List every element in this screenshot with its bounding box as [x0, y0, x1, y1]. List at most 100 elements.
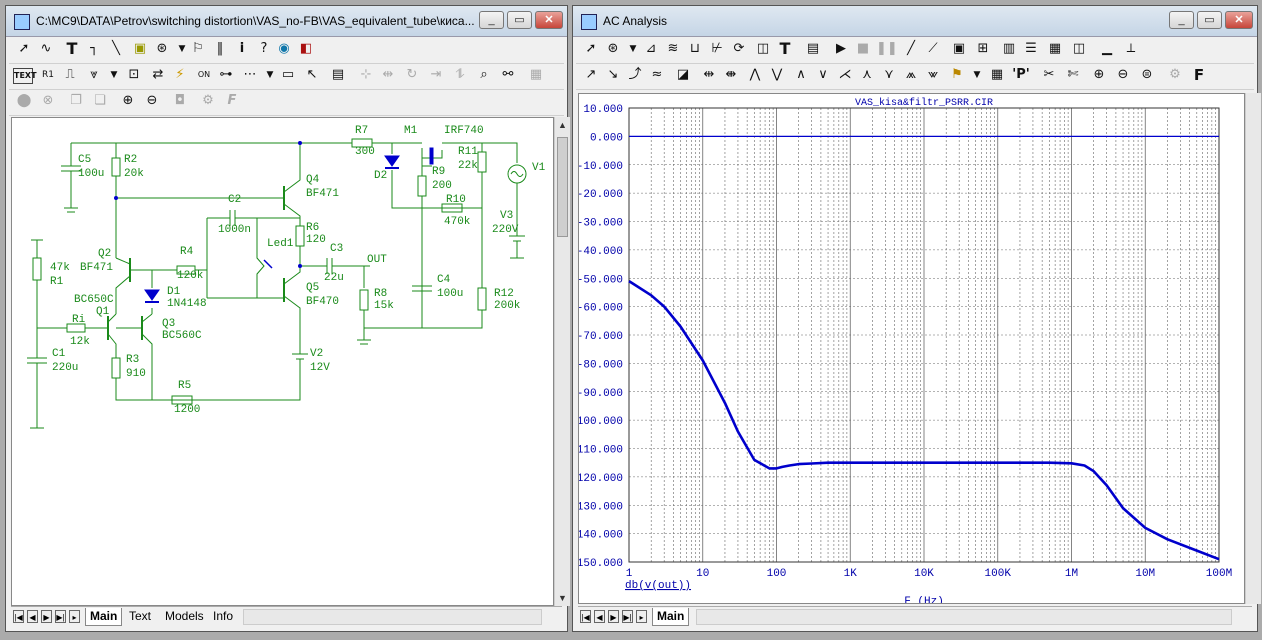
table-icon[interactable]: ▦ [988, 66, 1006, 84]
zoom-in-a-icon[interactable]: ⊕ [1090, 66, 1108, 84]
dropdown-a1-icon[interactable]: ▼ [624, 40, 642, 58]
prev-page-icon[interactable]: ◀ [27, 610, 38, 623]
probe-icon[interactable]: ◧ [297, 40, 315, 58]
a-next-page-icon[interactable]: ▶ [608, 610, 619, 623]
cursor-y-icon[interactable]: ✄ [1064, 66, 1082, 84]
analysis-minimize-button[interactable]: _ [1169, 11, 1194, 29]
next-page-icon[interactable]: ▶ [41, 610, 52, 623]
schematic-canvas[interactable]: C5 100u R2 20k R7 300 M1 IRF740 Q4 BF471 D2 R11 22k V… [11, 117, 554, 606]
mirror-icon[interactable]: ⇥ [427, 66, 445, 84]
tab-main[interactable]: Main [85, 608, 123, 626]
report-icon[interactable]: ▦ [527, 66, 545, 84]
grid-cols-icon[interactable]: ▦ [1046, 40, 1064, 58]
camera-icon[interactable]: ◘ [171, 92, 189, 110]
analysis-close-button[interactable]: ✕ [1225, 11, 1253, 29]
tag-icon[interactable]: ⚑ [948, 66, 966, 84]
properties-a-icon[interactable]: ▤ [804, 40, 822, 58]
text-block-icon[interactable]: ‖ [211, 40, 229, 58]
properties-icon[interactable]: ▤ [329, 66, 347, 84]
label-tool-icon[interactable]: ◫ [754, 40, 772, 58]
component-tool-icon[interactable]: ⊛ [604, 40, 622, 58]
tab-info[interactable]: Info [209, 608, 237, 625]
function-a-icon[interactable]: F [1190, 66, 1208, 84]
settings-a-icon[interactable]: ⚙ [1166, 66, 1184, 84]
text-tool-a-icon[interactable]: T [776, 40, 794, 58]
peak2-icon[interactable]: ⋀ [746, 66, 764, 84]
help-icon[interactable]: ? [255, 40, 273, 58]
zoom-out-a-icon[interactable]: ⊖ [1114, 66, 1132, 84]
cursor-mode-icon[interactable]: ↖ [303, 66, 321, 84]
a-last-page-icon[interactable]: ▶| [622, 610, 633, 623]
pin-marker-icon[interactable]: ⊶ [217, 66, 235, 84]
min-icon[interactable]: ⋎ [880, 66, 898, 84]
maximize-button[interactable]: ▭ [507, 11, 532, 29]
rotate-icon[interactable]: ↻ [403, 66, 421, 84]
analysis-tab-main[interactable]: Main [652, 608, 690, 626]
max-icon[interactable]: ⋏ [858, 66, 876, 84]
measure-icon[interactable]: ⊬ [708, 40, 726, 58]
peak-icon[interactable]: ↗ [582, 66, 600, 84]
cursor-x-icon[interactable]: ✂ [1040, 66, 1058, 84]
grid-icon[interactable]: ⋯ [241, 66, 259, 84]
function-icon[interactable]: F [223, 92, 241, 110]
valley2-icon[interactable]: ⋁ [768, 66, 786, 84]
paste-icon[interactable]: ❏ [91, 92, 109, 110]
find-icon[interactable]: ⌕ [475, 66, 493, 84]
select-arrow-icon[interactable]: ➚ [15, 40, 33, 58]
stop-icon[interactable]: ⬤ [15, 92, 33, 110]
bracket-icon[interactable]: ⊔ [686, 40, 704, 58]
a-page-menu-icon[interactable]: ▸ [636, 610, 647, 623]
flip-icon[interactable]: ⇹ [379, 66, 397, 84]
baseline-icon[interactable]: ▁ [1098, 40, 1116, 58]
attribute-icon[interactable]: R1 [39, 66, 57, 84]
scroll-down-arrow-icon[interactable]: ▼ [555, 590, 570, 606]
frame-icon[interactable]: ▣ [950, 40, 968, 58]
node-voltage-icon[interactable]: ⊡ [125, 66, 143, 84]
multi-peak-icon[interactable]: ⩕ [902, 66, 920, 84]
scroll-up-arrow-icon[interactable]: ▲ [555, 117, 570, 133]
text-mode-icon[interactable]: TEXT [13, 68, 37, 84]
info-box-icon[interactable]: ▣ [131, 40, 149, 58]
high-icon[interactable]: ⤴ [626, 66, 644, 84]
a-prev-page-icon[interactable]: ◀ [594, 610, 605, 623]
align-icon[interactable]: ⊹ [357, 66, 375, 84]
first-page-icon[interactable]: |◀ [13, 610, 24, 623]
grid-a-icon[interactable]: ⊞ [974, 40, 992, 58]
dropdown2-icon[interactable]: ▼ [105, 66, 123, 84]
power-icon[interactable]: ⚡ [171, 66, 189, 84]
close-button[interactable]: ✕ [535, 11, 563, 29]
p-tool-icon[interactable]: 'P' [1012, 66, 1030, 84]
dropdown-a2-icon[interactable]: ▼ [968, 66, 986, 84]
current-icon[interactable]: ⇄ [149, 66, 167, 84]
copy-icon[interactable]: ❐ [67, 92, 85, 110]
dropdown3-icon[interactable]: ▼ [261, 66, 279, 84]
y-axis-label[interactable]: db(v(out)) [625, 580, 691, 592]
schematic-titlebar[interactable]: C:\MC9\DATA\Petrov\switching distortion\… [6, 6, 567, 37]
mirror2-icon[interactable]: ⥮ [451, 66, 469, 84]
cursor-right-icon[interactable]: ⇼ [722, 66, 740, 84]
text-tool-icon[interactable]: T [63, 40, 81, 58]
cursor-left-icon[interactable]: ⇹ [700, 66, 718, 84]
valley-icon[interactable]: ↘ [604, 66, 622, 84]
a-first-page-icon[interactable]: |◀ [580, 610, 591, 623]
minimize-button[interactable]: _ [479, 11, 504, 29]
border-icon[interactable]: ▭ [279, 66, 297, 84]
tab-text[interactable]: Text [125, 608, 155, 625]
waveform-icon[interactable]: ≋ [664, 40, 682, 58]
tangent-icon[interactable]: ⟂ [1122, 40, 1140, 58]
diagonal-wire-icon[interactable]: ╲ [107, 40, 125, 58]
page-menu-icon[interactable]: ▸ [69, 610, 80, 623]
last-page-icon[interactable]: ▶| [55, 610, 66, 623]
rotate-tool-icon[interactable]: ⟳ [730, 40, 748, 58]
info-icon[interactable]: i [233, 40, 251, 58]
slope-icon[interactable]: ∧ [792, 66, 810, 84]
flag-icon[interactable]: ⚐ [189, 40, 207, 58]
plot-icon[interactable]: ◪ [674, 66, 692, 84]
tab-models[interactable]: Models [161, 608, 208, 625]
scale-icon[interactable]: ⊿ [642, 40, 660, 58]
analysis-vscroll[interactable] [1245, 93, 1261, 604]
bend-wire-icon[interactable]: ┐ [85, 40, 103, 58]
wire-icon[interactable]: ∿ [37, 40, 55, 58]
grid-split-icon[interactable]: ◫ [1070, 40, 1088, 58]
multi-valley-icon[interactable]: ⩖ [924, 66, 942, 84]
